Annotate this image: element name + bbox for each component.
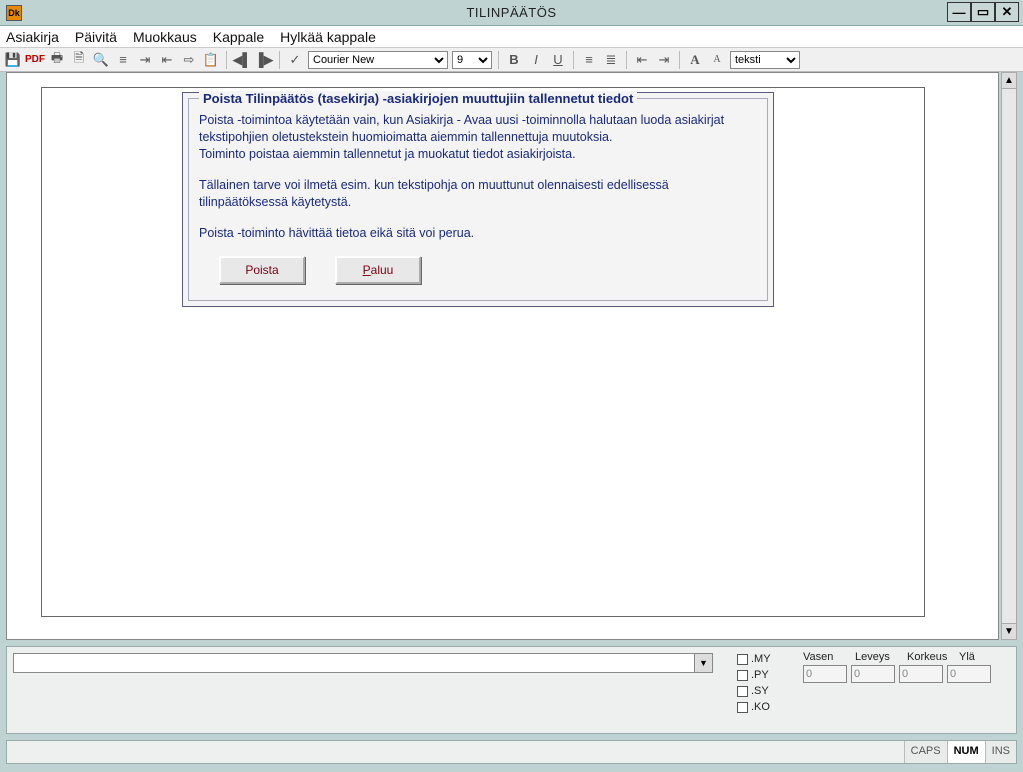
checkbox-icon[interactable] — [737, 686, 748, 697]
separator — [498, 51, 499, 69]
close-button[interactable]: ✕ — [995, 2, 1019, 22]
print-icon[interactable]: 🖶 — [48, 51, 66, 69]
return-button[interactable]: Paluu — [335, 256, 421, 284]
align-center-icon[interactable]: ≣ — [602, 51, 620, 69]
checkbox-icon[interactable] — [737, 702, 748, 713]
dialog-button-row: Poista Paluu — [219, 256, 757, 284]
indent-icon[interactable]: ⇥ — [655, 51, 673, 69]
menu-kappale[interactable]: Kappale — [213, 29, 264, 45]
minimize-button[interactable]: — — [947, 2, 971, 22]
menu-asiakirja[interactable]: Asiakirja — [6, 29, 59, 45]
check-sy-label: .SY — [751, 683, 769, 699]
delete-variables-dialog: Poista Tilinpäätös (tasekirja) -asiakirj… — [182, 92, 774, 307]
status-num: NUM — [947, 741, 985, 763]
menu-hylkaa-kappale[interactable]: Hylkää kappale — [280, 29, 376, 45]
menu-paivita[interactable]: Päivitä — [75, 29, 117, 45]
zoom-icon[interactable]: 🔍 — [92, 51, 110, 69]
scroll-down-arrow[interactable]: ▼ — [1002, 623, 1016, 639]
title-bar: Dk TILINPÄÄTÖS — ▭ ✕ — [0, 0, 1023, 26]
dialog-body: Poista -toimintoa käytetään vain, kun As… — [199, 112, 757, 242]
checkbox-icon[interactable] — [737, 654, 748, 665]
properties-panel: ▼ .MY .PY .SY .KO Vasen Leveys Korkeus Y… — [6, 646, 1017, 734]
font-shrink-icon[interactable]: A — [708, 51, 726, 69]
dialog-para2: Tällainen tarve voi ilmetä esim. kun tek… — [199, 177, 757, 211]
long-dropdown[interactable]: ▼ — [13, 653, 713, 673]
delete-button[interactable]: Poista — [219, 256, 305, 284]
indent1-icon[interactable]: ⇥ — [136, 51, 154, 69]
bold-button[interactable]: B — [505, 51, 523, 69]
document-page: Poista Tilinpäätös (tasekirja) -asiakirj… — [41, 87, 925, 617]
document-viewport: Poista Tilinpäätös (tasekirja) -asiakirj… — [6, 72, 999, 640]
dialog-para3: Poista -toiminto hävittää tietoa eikä si… — [199, 225, 757, 242]
label-korkeus: Korkeus — [907, 651, 951, 663]
pdf-button[interactable]: PDF — [26, 51, 44, 69]
window-controls: — ▭ ✕ — [947, 2, 1019, 22]
underline-button[interactable]: U — [549, 51, 567, 69]
checkbox-icon[interactable] — [737, 670, 748, 681]
separator — [679, 51, 680, 69]
menu-muokkaus[interactable]: Muokkaus — [133, 29, 197, 45]
preview-icon[interactable]: 🗎 — [70, 51, 88, 69]
scroll-up-arrow[interactable]: ▲ — [1002, 73, 1016, 89]
indent2-icon[interactable]: ⇤ — [158, 51, 176, 69]
font-name-select[interactable]: Courier New — [308, 51, 448, 69]
status-bar: CAPS NUM INS — [6, 740, 1017, 764]
check-my-label: .MY — [751, 651, 771, 667]
dialog-para1: Poista -toimintoa käytetään vain, kun As… — [199, 113, 724, 144]
label-leveys: Leveys — [855, 651, 899, 663]
check-ko[interactable]: .KO — [737, 699, 771, 715]
field-korkeus[interactable] — [899, 665, 943, 683]
align-left-icon[interactable]: ≡ — [580, 51, 598, 69]
font-grow-icon[interactable]: A — [686, 51, 704, 69]
align1-icon[interactable]: ≡ — [114, 51, 132, 69]
label-vasen: Vasen — [803, 651, 847, 663]
field-yla[interactable] — [947, 665, 991, 683]
font-size-select[interactable]: 9 — [452, 51, 492, 69]
check-icon[interactable]: ✓ — [286, 51, 304, 69]
menu-bar: Asiakirja Päivitä Muokkaus Kappale Hylkä… — [0, 26, 1023, 48]
maximize-button[interactable]: ▭ — [971, 2, 995, 22]
page-prev-icon[interactable]: ◀▌ — [233, 51, 251, 69]
check-ko-label: .KO — [751, 699, 770, 715]
separator — [626, 51, 627, 69]
page-next-icon[interactable]: ▐▶ — [255, 51, 273, 69]
dialog-title: Poista Tilinpäätös (tasekirja) -asiakirj… — [199, 91, 637, 106]
dropdown-arrow-icon[interactable]: ▼ — [694, 654, 712, 672]
save-icon[interactable]: 💾 — [4, 51, 22, 69]
label-yla: Ylä — [959, 651, 1003, 663]
check-my[interactable]: .MY — [737, 651, 771, 667]
dimension-fields: Vasen Leveys Korkeus Ylä — [803, 651, 1003, 683]
check-sy[interactable]: .SY — [737, 683, 771, 699]
delete-button-label: Poista — [245, 263, 278, 277]
dialog-para1b: Toiminto poistaa aiemmin tallennetut ja … — [199, 147, 576, 161]
outdent-icon[interactable]: ⇤ — [633, 51, 651, 69]
check-py[interactable]: .PY — [737, 667, 771, 683]
window-title: TILINPÄÄTÖS — [0, 5, 1023, 20]
status-caps: CAPS — [904, 741, 947, 763]
vertical-scrollbar[interactable]: ▲ ▼ — [1001, 72, 1017, 640]
dialog-frame: Poista Tilinpäätös (tasekirja) -asiakirj… — [188, 98, 768, 301]
status-ins: INS — [985, 741, 1016, 763]
return-button-label: Paluu — [363, 263, 394, 277]
separator — [573, 51, 574, 69]
suffix-checks: .MY .PY .SY .KO — [737, 651, 771, 715]
separator — [226, 51, 227, 69]
indent3-icon[interactable]: ⇨ — [180, 51, 198, 69]
field-leveys[interactable] — [851, 665, 895, 683]
check-py-label: .PY — [751, 667, 769, 683]
italic-button[interactable]: I — [527, 51, 545, 69]
separator — [279, 51, 280, 69]
copy-icon[interactable]: 📋 — [202, 51, 220, 69]
status-spacer — [7, 741, 904, 763]
style-select[interactable]: teksti — [730, 51, 800, 69]
toolbar: 💾 PDF 🖶 🗎 🔍 ≡ ⇥ ⇤ ⇨ 📋 ◀▌ ▐▶ ✓ Courier Ne… — [0, 48, 1023, 72]
field-vasen[interactable] — [803, 665, 847, 683]
